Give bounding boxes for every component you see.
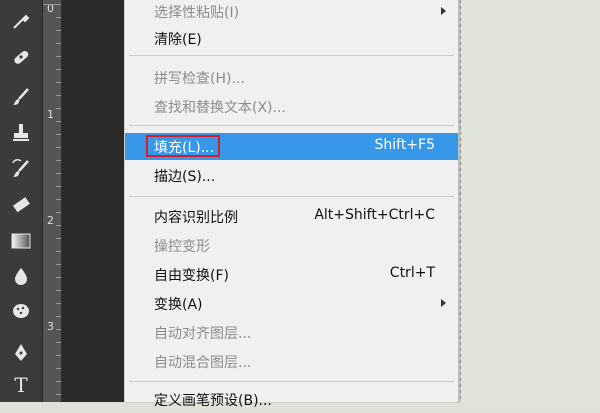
ruler-tick: [56, 95, 61, 96]
ruler-tick: [56, 160, 61, 161]
menu-item-label: 拼写检查(H)...: [154, 71, 245, 87]
ruler-label: 1: [47, 108, 54, 121]
menu-separator: [129, 55, 454, 56]
menu-item-free-transform[interactable]: 自由变换(F) Ctrl+T: [125, 261, 458, 288]
ruler-tick: [56, 69, 61, 70]
ruler-tick: [56, 368, 61, 369]
ruler-tick: [56, 43, 61, 44]
ruler-tick: [56, 147, 61, 148]
eraser-icon[interactable]: [6, 192, 36, 218]
ruler-tick: [56, 277, 61, 278]
canvas-boundary: [460, 0, 461, 402]
menu-item-label: 操控变形: [154, 239, 210, 255]
ruler-tick: [56, 173, 61, 174]
history-brush-icon[interactable]: [6, 156, 36, 182]
brush-icon[interactable]: [6, 84, 36, 110]
menu-item-label: 选择性粘贴(I): [154, 5, 240, 21]
ruler-tick: [56, 82, 61, 83]
menu-item-label: 自由变换(F): [154, 268, 229, 284]
menu-separator: [129, 196, 454, 197]
ruler-tick: [56, 251, 61, 252]
ruler-tick: [56, 238, 61, 239]
ruler-tick: [56, 355, 61, 356]
vertical-ruler: 0 1 2 3: [43, 0, 62, 402]
eyedropper-icon[interactable]: [6, 8, 36, 34]
menu-item-label: 自动混合图层...: [154, 355, 252, 371]
ruler-label: 3: [47, 320, 54, 333]
ruler-label: 2: [47, 214, 54, 227]
menu-item-shortcut: Ctrl+T: [389, 265, 435, 281]
ruler-tick: [56, 212, 61, 213]
ruler-tick: [56, 17, 61, 18]
gradient-icon[interactable]: [6, 228, 36, 254]
menu-item-find-replace-text[interactable]: 查找和替换文本(X)...: [125, 93, 458, 120]
menu-item-label: 变换(A): [154, 297, 203, 313]
pen-icon[interactable]: [6, 340, 36, 366]
menu-item-transform[interactable]: 变换(A): [125, 290, 458, 317]
menu-item-define-brush-preset[interactable]: 定义画笔预设(B)...: [125, 386, 458, 413]
type-tool-glyph: T: [14, 373, 28, 397]
menu-item-label: 查找和替换文本(X)...: [154, 100, 286, 116]
clone-stamp-icon[interactable]: [6, 120, 36, 146]
ruler-tick: [56, 394, 61, 395]
menu-item-label: 填充(L)...: [154, 140, 215, 156]
menu-item-label: 描边(S)...: [154, 169, 216, 185]
tools-panel: T: [0, 0, 43, 402]
menu-item-content-aware-scale[interactable]: 内容识别比例 Alt+Shift+Ctrl+C: [125, 203, 458, 230]
submenu-arrow-icon: [441, 7, 446, 15]
ruler-tick: [56, 225, 61, 226]
menu-separator: [129, 125, 454, 126]
ruler-tick: [43, 4, 61, 5]
menu-item-label: 清除(E): [154, 32, 202, 48]
menu-item-auto-align-layers[interactable]: 自动对齐图层...: [125, 319, 458, 346]
menu-item-fill[interactable]: 填充(L)... Shift+F5: [125, 133, 458, 160]
ruler-tick: [56, 264, 61, 265]
ruler-tick: [56, 329, 61, 330]
ruler-tick: [56, 30, 61, 31]
ruler-tick: [56, 303, 61, 304]
menu-item-shortcut: Shift+F5: [374, 137, 435, 153]
ruler-tick: [56, 134, 61, 135]
ruler-tick: [56, 381, 61, 382]
ruler-tick: [56, 316, 61, 317]
menu-item-puppet-warp[interactable]: 操控变形: [125, 232, 458, 259]
submenu-arrow-icon: [441, 299, 446, 307]
menu-item-shortcut: Alt+Shift+Ctrl+C: [314, 207, 435, 223]
ruler-tick: [56, 290, 61, 291]
menu-item-check-spelling[interactable]: 拼写检查(H)...: [125, 64, 458, 91]
menu-item-stroke[interactable]: 描边(S)...: [125, 162, 458, 189]
edit-menu: 选择性粘贴(I) 清除(E) 拼写检查(H)... 查找和替换文本(X)... …: [124, 0, 459, 409]
pasteboard: [62, 0, 124, 402]
menu-item-clear[interactable]: 清除(E): [125, 25, 458, 52]
menu-item-label: 定义画笔预设(B)...: [154, 393, 272, 409]
ruler-tick: [56, 199, 61, 200]
ruler-tick: [56, 186, 61, 187]
document-canvas[interactable]: [460, 0, 600, 402]
ruler-tick: [56, 342, 61, 343]
healing-brush-icon[interactable]: [6, 44, 36, 70]
ruler-tick: [56, 108, 61, 109]
menu-item-label: 自动对齐图层...: [154, 326, 252, 342]
menu-item-auto-blend-layers[interactable]: 自动混合图层...: [125, 348, 458, 375]
menu-item-label: 内容识别比例: [154, 210, 238, 226]
ruler-tick: [56, 56, 61, 57]
blur-icon[interactable]: [6, 264, 36, 290]
ruler-tick: [56, 121, 61, 122]
menu-separator: [129, 381, 454, 382]
menu-item-paste-special[interactable]: 选择性粘贴(I): [125, 0, 458, 25]
sponge-icon[interactable]: [6, 298, 36, 324]
type-icon[interactable]: T: [6, 372, 36, 398]
